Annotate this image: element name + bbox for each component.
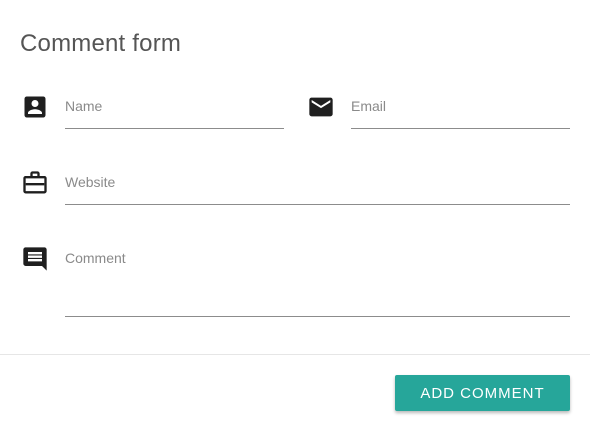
website-field-underline (65, 204, 570, 205)
email-field-label: Email (351, 98, 387, 114)
comment-icon (21, 245, 49, 273)
mail-icon (307, 93, 335, 121)
email-field[interactable]: Email (351, 98, 570, 129)
name-field-label: Name (65, 98, 103, 114)
comment-textarea[interactable]: Comment (65, 250, 570, 317)
add-comment-button[interactable]: ADD COMMENT (395, 375, 570, 411)
work-briefcase-icon (21, 169, 49, 197)
form-title: Comment form (20, 30, 182, 57)
comment-form-card: Comment form Name Email Website Comment … (0, 0, 590, 431)
email-field-underline (351, 128, 570, 129)
name-field-underline (65, 128, 284, 129)
website-field[interactable]: Website (65, 174, 570, 205)
website-field-label: Website (65, 174, 116, 190)
actions-divider (0, 354, 590, 355)
account-box-icon (21, 93, 49, 121)
comment-field-underline (65, 316, 570, 317)
comment-field-label: Comment (65, 250, 126, 266)
name-field[interactable]: Name (65, 98, 284, 129)
